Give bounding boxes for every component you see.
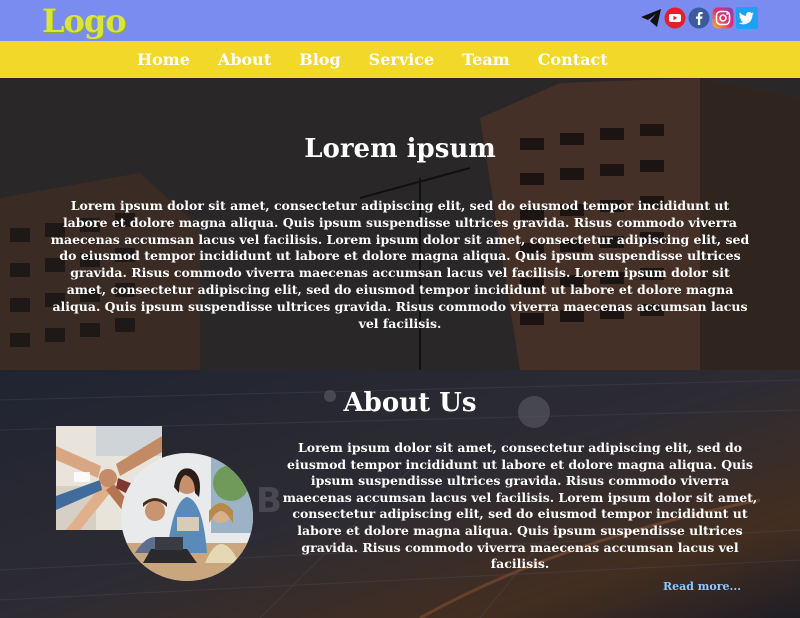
team-meeting-photo <box>121 453 253 581</box>
telegram-icon[interactable] <box>640 7 662 29</box>
twitter-icon[interactable] <box>736 7 758 29</box>
nav-about[interactable]: About <box>218 50 271 69</box>
hero-text: Lorem ipsum dolor sit amet, consectetur … <box>50 198 750 331</box>
hero-title: Lorem ipsum <box>304 134 496 164</box>
read-more-link[interactable]: Read more... <box>663 580 741 593</box>
about-text: Lorem ipsum dolor sit amet, consectetur … <box>282 440 758 572</box>
about-title: About Us <box>343 388 477 418</box>
facebook-icon[interactable] <box>688 7 710 29</box>
nav-team[interactable]: Team <box>462 50 510 69</box>
nav-list: Home About Blog Service Team Contact <box>137 50 608 69</box>
social-links <box>640 7 758 29</box>
instagram-icon[interactable] <box>712 7 734 29</box>
hero-section: Lorem ipsum Lorem ipsum dolor sit amet, … <box>0 78 800 370</box>
main-nav: Home About Blog Service Team Contact <box>0 41 800 78</box>
logo[interactable]: Logo <box>42 2 127 40</box>
nav-service[interactable]: Service <box>369 50 434 69</box>
about-section: B About Us Lorem ipsum dolor sit amet, c… <box>0 370 800 618</box>
nav-blog[interactable]: Blog <box>299 50 340 69</box>
youtube-icon[interactable] <box>664 7 686 29</box>
nav-home[interactable]: Home <box>137 50 190 69</box>
top-bar: Logo <box>0 0 800 41</box>
nav-contact[interactable]: Contact <box>538 50 608 69</box>
